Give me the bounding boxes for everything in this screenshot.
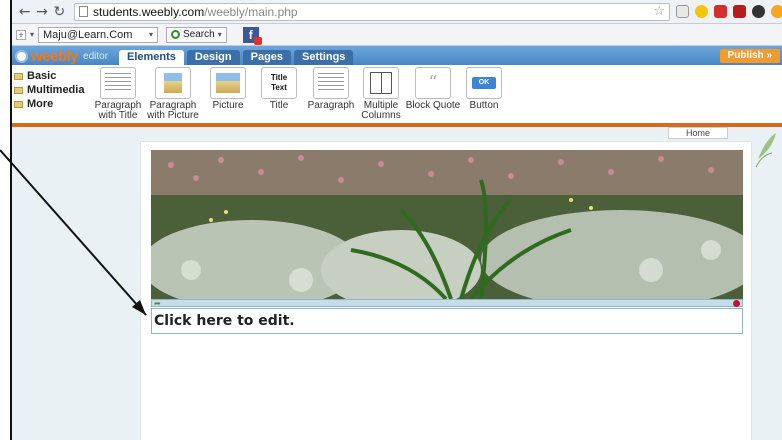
element-label-2: with Title (98, 110, 138, 121)
header-image[interactable] (151, 150, 743, 299)
element-paragraph-with-title[interactable]: Paragraph with Title (92, 67, 144, 121)
element-picture[interactable]: Picture (202, 67, 254, 121)
weebly-logo: weebly editor (15, 48, 108, 65)
publish-button[interactable]: Publish » (719, 49, 780, 63)
editor-tabs: Elements Design Pages Settings (119, 50, 354, 65)
picture-thumb-icon (210, 67, 246, 99)
logo-text: weebly (31, 48, 79, 65)
edit-prompt-text: Click here to edit. (154, 313, 295, 329)
element-items: Paragraph with Title Paragraph with Pict… (92, 67, 506, 121)
elements-ribbon: Basic Multimedia More Paragraph with Tit… (12, 65, 782, 127)
element-block-quote[interactable]: “ Block Quote (404, 67, 462, 121)
chevron-down-icon: ▾ (149, 30, 154, 39)
reload-icon[interactable]: ↻ (51, 4, 68, 20)
button-thumb-icon: OK (466, 67, 502, 99)
leaf-decoration-icon (755, 133, 776, 168)
extension-orange-icon[interactable] (770, 5, 782, 18)
page-icon (79, 6, 89, 17)
extension-red-icon[interactable] (732, 5, 746, 18)
add-button[interactable]: + (16, 29, 26, 40)
element-label: Picture (212, 100, 244, 111)
weebly-logo-icon (15, 50, 28, 63)
bookmark-star-icon[interactable]: ☆ (653, 4, 665, 19)
move-handle-icon[interactable]: ➦ (154, 299, 161, 308)
element-label: Title (269, 100, 289, 111)
forward-icon[interactable]: → (33, 4, 50, 20)
nav-home[interactable]: Home (668, 127, 728, 139)
chevron-down-icon: ▾ (217, 30, 222, 39)
folder-icon (14, 86, 23, 94)
element-label: Block Quote (405, 100, 461, 111)
element-edit-bar: ➦ (151, 299, 743, 308)
address-bar[interactable]: students.weebly.com/weebly/main.php ☆ (74, 2, 670, 21)
logo-subtitle: editor (83, 51, 109, 62)
element-label: Paragraph (307, 100, 355, 111)
dropdown-arrow-icon[interactable]: ▾ (30, 30, 34, 39)
search-label: Search (183, 29, 215, 40)
tab-design[interactable]: Design (186, 50, 240, 65)
paragraph-with-title-thumb-icon (100, 67, 136, 99)
url-host: students.weebly.com (93, 4, 205, 19)
element-paragraph-with-picture[interactable]: Paragraph with Picture (144, 67, 202, 121)
title-thumb-icon: Title Text (261, 67, 297, 99)
garden-image (151, 150, 743, 299)
search-button[interactable]: Search ▾ (166, 26, 227, 43)
element-title[interactable]: Title Text Title (254, 67, 304, 121)
profile-combo[interactable]: Maju@Learn.Com ▾ (38, 26, 159, 43)
extension-dark-icon[interactable] (751, 5, 765, 18)
element-label-2: with Picture (147, 110, 199, 121)
tab-pages[interactable]: Pages (242, 50, 292, 65)
weebly-header: weebly editor Elements Design Pages Sett… (12, 46, 782, 65)
screenshot-frame: ← → ↻ students.weebly.com/weebly/main.ph… (10, 0, 782, 440)
profile-combo-value: Maju@Learn.Com (43, 28, 133, 41)
delete-icon[interactable] (733, 300, 740, 307)
category-label: Multimedia (27, 84, 85, 96)
category-label: More (27, 98, 54, 110)
extension-toolbar: + ▾ Maju@Learn.Com ▾ Search ▾ f (12, 24, 782, 46)
editable-title[interactable]: Click here to edit. (151, 308, 743, 334)
facebook-icon[interactable]: f (242, 26, 262, 45)
paragraph-thumb-icon (313, 67, 349, 99)
gmail-icon[interactable] (713, 5, 727, 18)
ok-label: OK (472, 77, 496, 89)
browser-toolbar: ← → ↻ students.weebly.com/weebly/main.ph… (12, 0, 782, 24)
folder-icon (14, 72, 23, 80)
page-canvas: ➦ Click here to edit. (12, 127, 782, 440)
page-action-icon[interactable] (675, 5, 689, 18)
element-multiple-columns[interactable]: Multiple Columns (358, 67, 404, 121)
element-paragraph[interactable]: Paragraph (304, 67, 358, 121)
back-icon[interactable]: ← (16, 4, 33, 20)
columns-thumb-icon (363, 67, 399, 99)
tab-elements[interactable]: Elements (119, 50, 184, 65)
extension-icon[interactable] (694, 5, 708, 18)
element-label: Button (469, 100, 499, 111)
paragraph-with-picture-thumb-icon (155, 67, 191, 99)
search-icon (171, 30, 181, 39)
tab-settings[interactable]: Settings (294, 50, 354, 65)
folder-icon (14, 100, 23, 108)
quote-thumb-icon: “ (415, 67, 451, 99)
extension-icons (675, 5, 782, 18)
element-button[interactable]: OK Button (462, 67, 506, 121)
category-label: Basic (27, 70, 57, 82)
element-label-2: Columns (361, 110, 401, 121)
site-content: ➦ Click here to edit. (140, 141, 752, 440)
url-path: /weebly/main.php (204, 4, 298, 19)
